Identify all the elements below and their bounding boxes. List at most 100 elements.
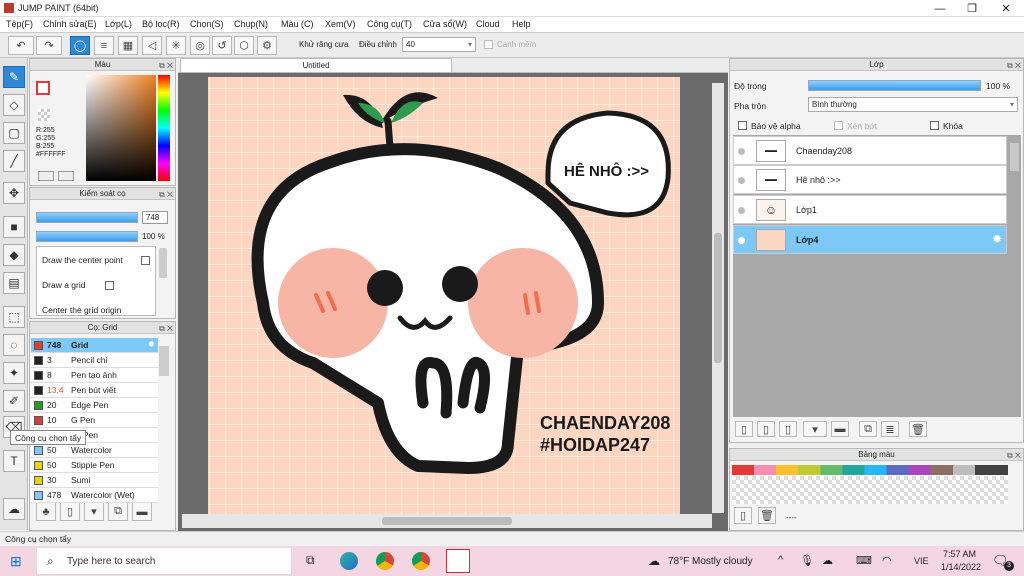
text-tool-icon[interactable]: T xyxy=(3,450,25,472)
brush-item[interactable]: 20 Edge Pen xyxy=(31,398,158,413)
menu-filter[interactable]: Bộ lọc(R) xyxy=(142,19,180,29)
new-palette-icon[interactable]: ▯ xyxy=(734,507,752,524)
document-tab[interactable]: Untitled xyxy=(180,58,452,73)
chrome-profile-icon[interactable] xyxy=(412,552,430,570)
menu-help[interactable]: Help xyxy=(512,19,531,29)
color-mode-button[interactable] xyxy=(38,171,54,181)
brush-opacity-slider[interactable] xyxy=(36,231,138,242)
weather-text[interactable]: 78°F Mostly cloudy xyxy=(668,556,753,567)
layer-row[interactable]: ☺ Lớp1 xyxy=(733,195,1007,224)
snap-checkbox[interactable] xyxy=(484,40,493,49)
brush-menu-icon[interactable]: ▾ xyxy=(84,502,104,521)
brush-size-slider[interactable] xyxy=(36,212,138,223)
taskbar-search[interactable]: ⌕ Type here to search xyxy=(36,547,292,575)
windows-start-icon[interactable]: ⊞ xyxy=(10,553,22,570)
close-icon[interactable]: ✕ xyxy=(990,0,1022,17)
merge-layer-icon[interactable]: ≣ xyxy=(881,421,899,437)
redo-icon[interactable]: ↷ xyxy=(36,36,62,55)
minimize-icon[interactable]: — xyxy=(924,0,956,17)
new-layer-2-icon[interactable]: ▯ xyxy=(757,421,775,437)
menu-color[interactable]: Màu (C) xyxy=(281,19,314,29)
brush-item[interactable]: 478 Watercolor (Wet) xyxy=(31,488,158,503)
menu-capture[interactable]: Chụp(N) xyxy=(234,19,268,29)
visibility-icon[interactable] xyxy=(738,148,745,155)
vertical-scrollbar[interactable] xyxy=(712,83,724,513)
duplicate-brush-icon[interactable]: ⧉ xyxy=(108,502,128,521)
layer-row[interactable]: ▬▬ Chaenday208 xyxy=(733,136,1007,165)
curve-icon[interactable]: ↺ xyxy=(212,36,232,55)
polygon-icon[interactable]: ⬡ xyxy=(234,36,254,55)
grid-checkbox[interactable] xyxy=(105,281,114,290)
menu-view[interactable]: Xem(V) xyxy=(325,19,356,29)
layer-list-scrollbar[interactable] xyxy=(1010,143,1019,171)
hatch-icon[interactable]: ≡ xyxy=(94,36,114,55)
clock-time[interactable]: 7:57 AM xyxy=(943,549,976,559)
keyboard-icon[interactable]: ⌨ xyxy=(856,554,872,567)
eraser-tool-icon[interactable]: ◇ xyxy=(3,94,25,116)
jump-paint-taskbar-icon[interactable] xyxy=(446,549,470,573)
brush-tool-icon[interactable]: ✎ xyxy=(3,66,25,88)
select-pen-icon[interactable]: ✐ xyxy=(3,390,25,412)
edge-icon[interactable] xyxy=(340,552,358,570)
menu-file[interactable]: Tệp(F) xyxy=(6,19,33,29)
blend-mode-select[interactable]: Bình thường ▾ xyxy=(808,97,1018,112)
folder-icon[interactable]: ▬ xyxy=(831,421,849,437)
add-layer-menu-icon[interactable]: ▾ xyxy=(803,421,827,437)
gear-icon[interactable]: ✹ xyxy=(148,339,155,350)
palette-swatches[interactable] xyxy=(732,465,1008,475)
brush-folder-icon[interactable]: ▬ xyxy=(132,502,152,521)
center-point-checkbox[interactable] xyxy=(141,256,150,265)
protect-alpha-checkbox[interactable] xyxy=(738,121,747,130)
line-tool-icon[interactable]: ╱ xyxy=(3,150,25,172)
menu-edit[interactable]: Chỉnh sửa(E) xyxy=(43,19,97,29)
delete-palette-icon[interactable]: 🗑 xyxy=(758,507,776,524)
clip-checkbox[interactable] xyxy=(834,121,843,130)
new-brush-icon[interactable]: ▯ xyxy=(60,502,80,521)
wifi-icon[interactable]: ◠ xyxy=(882,554,892,567)
color-picker-square[interactable] xyxy=(86,75,156,181)
menu-cloud[interactable]: Cloud xyxy=(476,19,500,29)
panel-buttons-icon[interactable]: ⧉ ✕ xyxy=(159,189,173,201)
rect-tool-icon[interactable]: ■ xyxy=(3,216,25,238)
options-scrollbar[interactable] xyxy=(159,248,167,278)
hue-slider[interactable] xyxy=(158,75,170,181)
gear-icon[interactable]: ✹ xyxy=(992,232,1002,246)
brush-item[interactable]: 50 Watercolor xyxy=(31,443,158,458)
undo-icon[interactable]: ↶ xyxy=(8,36,34,55)
palette-empty[interactable] xyxy=(732,476,1008,504)
lasso-tool-icon[interactable]: ◌ xyxy=(3,334,25,356)
select-tool-icon[interactable]: ▢ xyxy=(3,122,25,144)
panel-buttons-icon[interactable]: ⧉ ✕ xyxy=(1007,450,1021,462)
brush-item[interactable]: 3 Pencil chì xyxy=(31,353,158,368)
visibility-icon[interactable] xyxy=(738,207,745,214)
chevron-up-icon[interactable]: ^ xyxy=(778,554,783,566)
settings-icon[interactable]: ⚙ xyxy=(257,36,277,55)
concentric-icon[interactable]: ◎ xyxy=(190,36,210,55)
cloud-tool-icon[interactable]: ☁ xyxy=(3,498,25,520)
clock-date[interactable]: 1/14/2022 xyxy=(941,562,981,572)
layer-row-selected[interactable]: Lớp4 ✹ xyxy=(733,225,1007,254)
menu-layer[interactable]: Lớp(L) xyxy=(105,19,132,29)
restore-icon[interactable]: ❐ xyxy=(956,0,988,17)
color-mode-button-2[interactable] xyxy=(58,171,74,181)
move-tool-icon[interactable]: ✥ xyxy=(3,182,25,204)
adjust-select[interactable]: 40 ▾ xyxy=(402,37,476,52)
mic-icon[interactable]: 🎙 xyxy=(800,554,814,567)
menu-window[interactable]: Cửa sổ(W) xyxy=(423,19,467,29)
brush-shape-icon[interactable]: ♣ xyxy=(36,502,56,521)
radial-icon[interactable]: ✳ xyxy=(166,36,186,55)
panel-buttons-icon[interactable]: ⧉ ✕ xyxy=(159,323,173,335)
magic-wand-icon[interactable]: ✦ xyxy=(3,362,25,384)
visibility-icon[interactable] xyxy=(738,177,745,184)
fill-tool-icon[interactable]: ◆ xyxy=(3,244,25,266)
marquee-tool-icon[interactable]: ⬚ xyxy=(3,306,25,328)
brush-list-scrollbar[interactable] xyxy=(159,346,169,376)
perspective-icon[interactable]: ◁ xyxy=(142,36,162,55)
duplicate-layer-icon[interactable]: ⧉ xyxy=(859,421,877,437)
grid-icon[interactable]: ▦ xyxy=(118,36,138,55)
menu-tools[interactable]: Công cụ(T) xyxy=(367,19,412,29)
language-indicator[interactable]: VIE xyxy=(914,556,929,566)
brush-size-value[interactable]: 748 xyxy=(142,211,168,224)
canvas-area[interactable]: HÊ NHÔ :>> CHAENDAY208 #HOIDAP247 xyxy=(178,73,728,531)
task-view-icon[interactable]: ⧉ xyxy=(306,553,315,568)
